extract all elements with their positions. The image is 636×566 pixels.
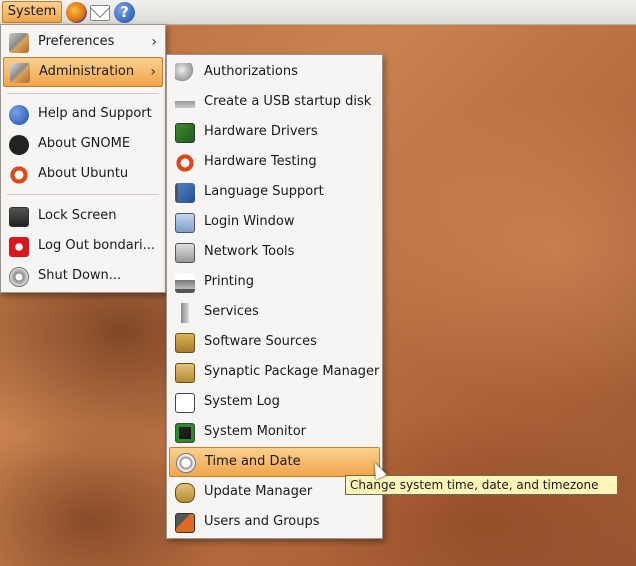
menu-item-help-support[interactable]: Help and Support (3, 99, 163, 129)
menu-item-language-support[interactable]: Language Support (169, 177, 380, 207)
menu-item-label: Network Tools (204, 244, 295, 259)
time-date-icon (176, 453, 196, 473)
menu-item-label: Users and Groups (204, 514, 320, 529)
menu-item-label: Authorizations (204, 64, 298, 79)
menu-item-services[interactable]: Services (169, 297, 380, 327)
menu-item-usb-startup-disk[interactable]: Create a USB startup disk (169, 87, 380, 117)
system-log-icon (175, 393, 195, 413)
preferences-icon (9, 33, 29, 53)
usb-disk-icon (175, 93, 195, 113)
menu-item-about-gnome[interactable]: About GNOME (3, 129, 163, 159)
menu-item-label: Create a USB startup disk (204, 94, 372, 109)
menu-item-label: Synaptic Package Manager (204, 364, 380, 379)
menu-item-synaptic[interactable]: Synaptic Package Manager (169, 357, 380, 387)
administration-submenu: Authorizations Create a USB startup disk… (166, 54, 383, 539)
menu-item-administration[interactable]: Administration › (3, 57, 163, 87)
menu-item-system-log[interactable]: System Log (169, 387, 380, 417)
hardware-testing-icon (175, 153, 195, 173)
log-out-icon (9, 237, 29, 257)
menu-separator (7, 93, 159, 94)
help-icon (9, 105, 29, 125)
ubuntu-icon (9, 165, 29, 185)
menu-item-label: Time and Date (205, 454, 301, 469)
software-sources-icon (175, 333, 195, 353)
menu-item-authorizations[interactable]: Authorizations (169, 57, 380, 87)
system-monitor-icon (175, 423, 195, 443)
menu-item-system-monitor[interactable]: System Monitor (169, 417, 380, 447)
menu-item-label: Log Out bondari... (38, 238, 156, 253)
menu-item-label: Hardware Drivers (204, 124, 318, 139)
menu-item-label: About GNOME (38, 136, 131, 151)
login-window-icon (175, 213, 195, 233)
menu-item-label: System Log (204, 394, 280, 409)
menu-item-hardware-testing[interactable]: Hardware Testing (169, 147, 380, 177)
menu-item-label: Help and Support (38, 106, 152, 121)
menu-item-printing[interactable]: Printing (169, 267, 380, 297)
menu-item-label: Services (204, 304, 259, 319)
menu-item-label: Language Support (204, 184, 324, 199)
gnome-foot-icon (9, 135, 29, 155)
menu-item-label: Hardware Testing (204, 154, 317, 169)
users-groups-icon (175, 513, 195, 533)
menu-item-login-window[interactable]: Login Window (169, 207, 380, 237)
mail-icon[interactable] (90, 5, 110, 21)
printer-icon (175, 273, 195, 293)
menu-item-label: About Ubuntu (38, 166, 129, 181)
menu-item-users-and-groups[interactable]: Users and Groups (169, 507, 380, 537)
menu-item-label: Login Window (204, 214, 295, 229)
hardware-drivers-icon (175, 123, 195, 143)
top-panel: System ? (0, 0, 636, 25)
chevron-right-icon: › (150, 64, 156, 80)
menu-item-software-sources[interactable]: Software Sources (169, 327, 380, 357)
services-icon (175, 303, 195, 323)
menu-item-label: Administration (39, 64, 135, 79)
menu-item-hardware-drivers[interactable]: Hardware Drivers (169, 117, 380, 147)
menu-item-about-ubuntu[interactable]: About Ubuntu (3, 159, 163, 189)
firefox-icon[interactable] (66, 2, 87, 23)
menu-item-label: Software Sources (204, 334, 317, 349)
menu-item-label: Update Manager (204, 484, 313, 499)
menu-separator (7, 194, 159, 195)
menu-item-label: Printing (204, 274, 255, 289)
menu-item-shut-down[interactable]: Shut Down... (3, 261, 163, 291)
system-menu-button[interactable]: System (2, 1, 62, 23)
menu-item-label: Shut Down... (38, 268, 122, 283)
language-flag-icon (175, 183, 195, 203)
chevron-right-icon: › (151, 34, 157, 50)
synaptic-icon (175, 363, 195, 383)
menu-item-label: System Monitor (204, 424, 307, 439)
administration-icon (10, 63, 30, 83)
menu-item-network-tools[interactable]: Network Tools (169, 237, 380, 267)
lock-screen-icon (9, 207, 29, 227)
menu-item-log-out[interactable]: Log Out bondari... (3, 231, 163, 261)
keys-icon (175, 63, 195, 83)
menu-item-label: Preferences (38, 34, 115, 49)
menu-item-lock-screen[interactable]: Lock Screen (3, 201, 163, 231)
shut-down-icon (9, 267, 29, 287)
menu-item-label: Lock Screen (38, 208, 117, 223)
help-icon[interactable]: ? (114, 2, 135, 23)
update-manager-icon (175, 483, 195, 503)
tooltip: Change system time, date, and timezone (345, 475, 618, 495)
menu-item-time-and-date[interactable]: Time and Date (169, 447, 380, 477)
menu-item-preferences[interactable]: Preferences › (3, 27, 163, 57)
system-menu: Preferences › Administration › Help and … (0, 24, 166, 293)
network-tools-icon (175, 243, 195, 263)
